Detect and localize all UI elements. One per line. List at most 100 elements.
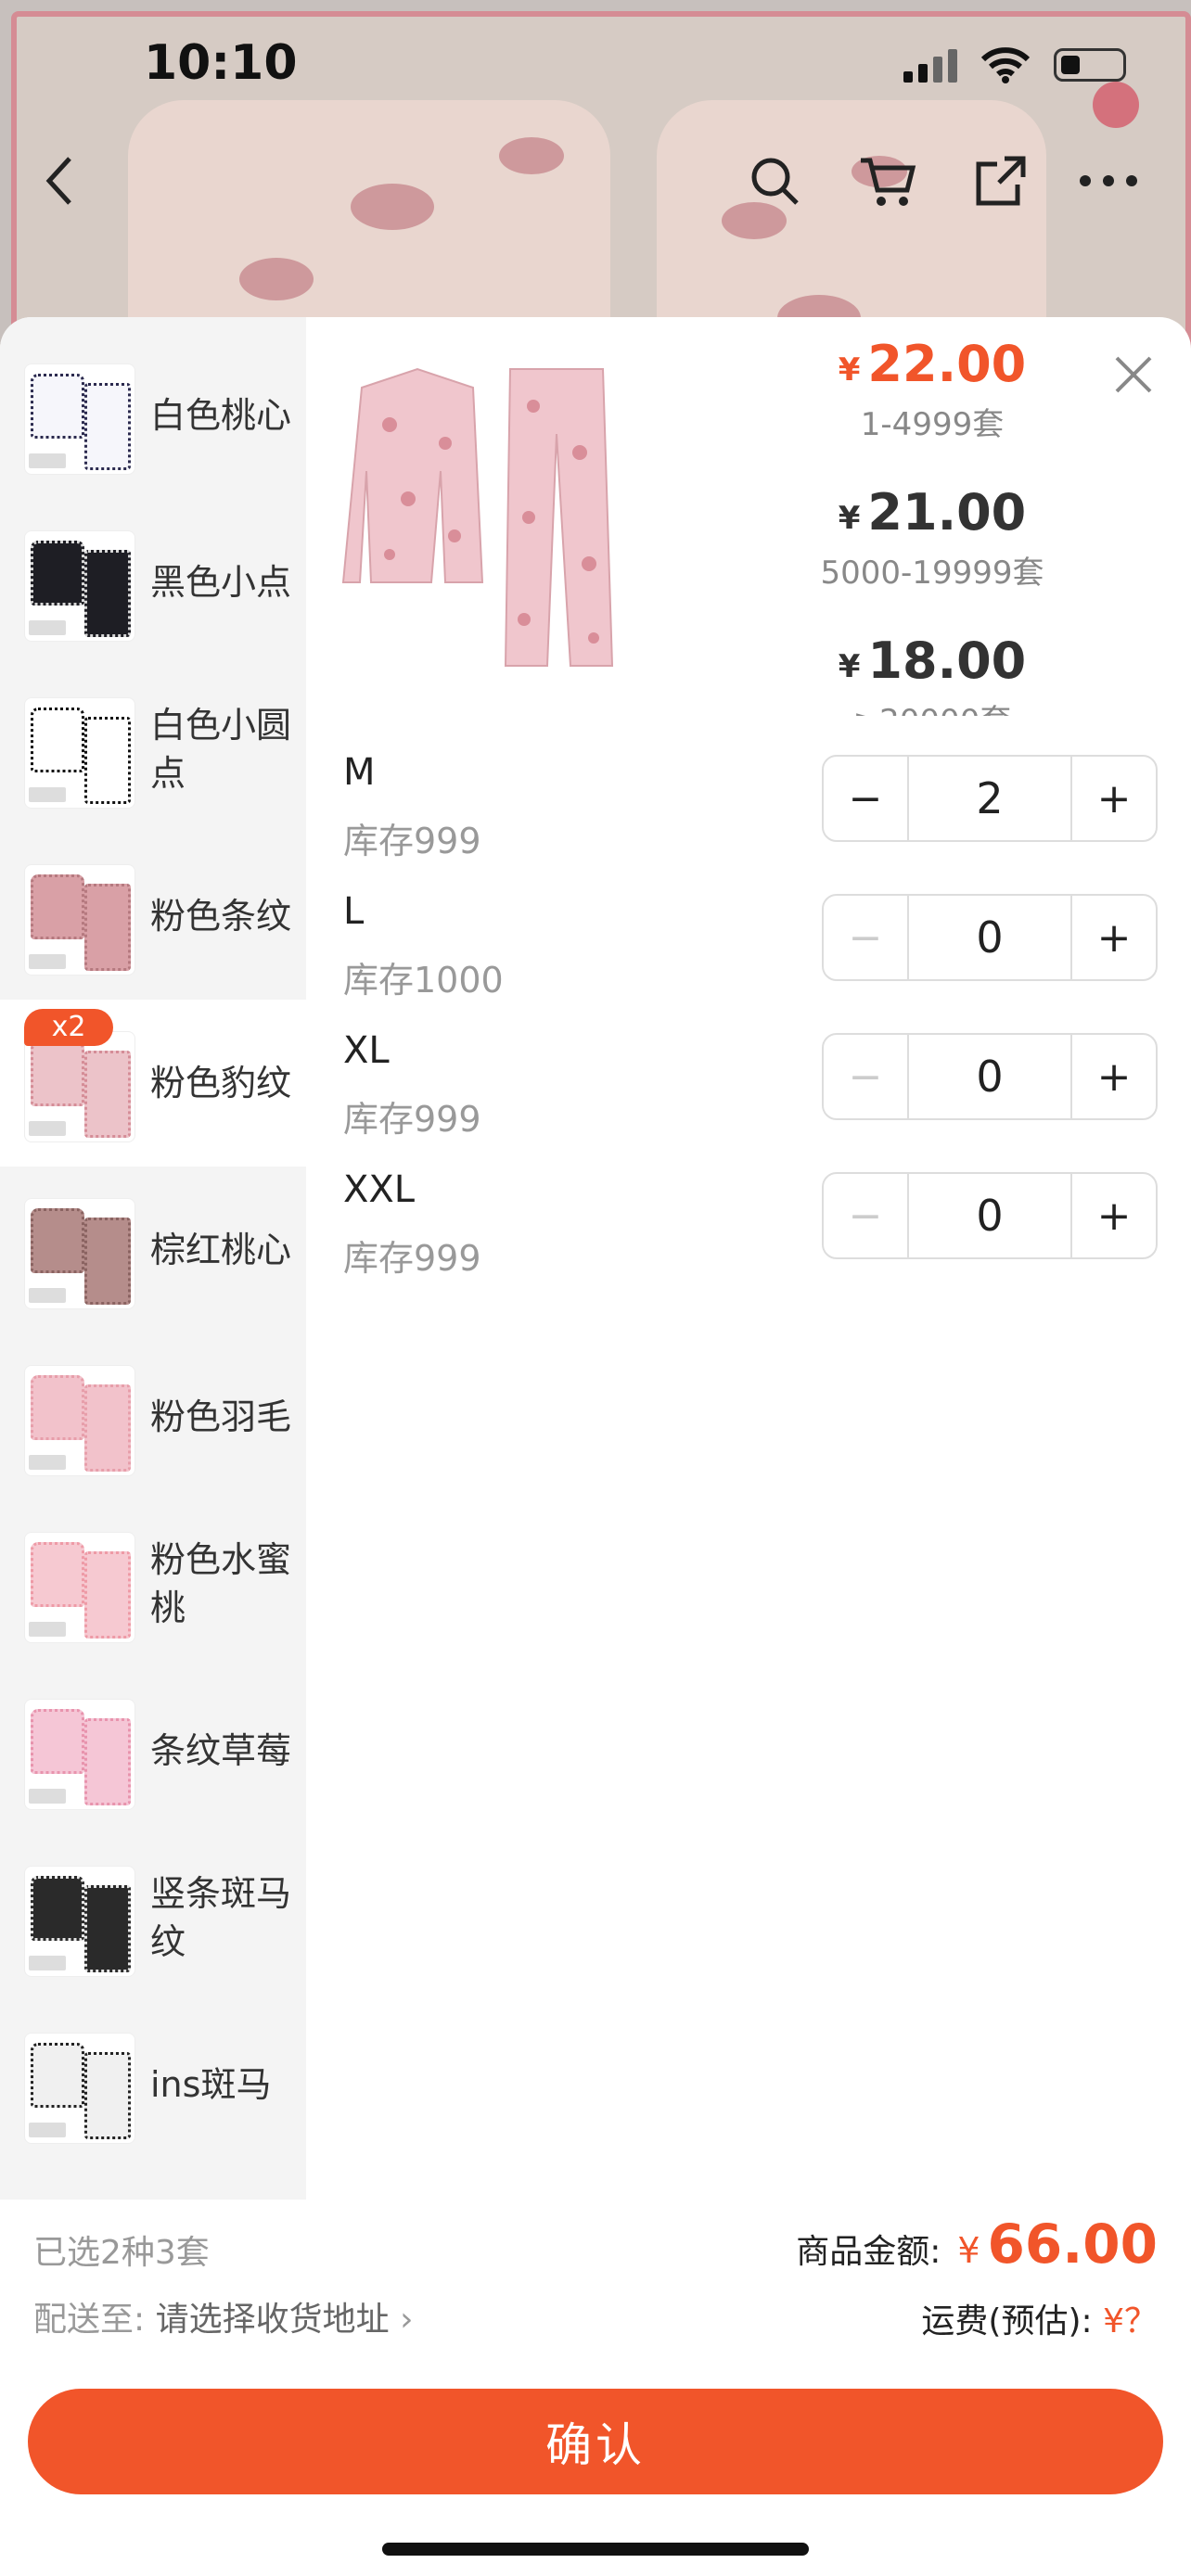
variant-label: ins斑马: [150, 2064, 272, 2105]
more-icon[interactable]: [1076, 148, 1141, 213]
selected-summary: 已选2种3套: [33, 2234, 210, 2272]
variant-item[interactable]: 白色小圆点: [0, 666, 306, 833]
variant-thumbnail: [24, 1532, 135, 1643]
tier-price-value: 18.00: [867, 631, 1027, 690]
quantity-stepper: −0 +: [822, 1033, 1158, 1120]
variant-top-swatch: [31, 1709, 84, 1774]
variant-count-badge: x2: [24, 1009, 113, 1046]
close-icon[interactable]: [1106, 347, 1161, 402]
variant-item[interactable]: 棕红桃心: [0, 1167, 306, 1333]
variant-tag-swatch: [29, 2123, 66, 2137]
variant-bottom-swatch: [84, 1885, 131, 1972]
variant-item[interactable]: 条纹草莓: [0, 1667, 306, 1834]
confirm-button[interactable]: 确认: [28, 2389, 1163, 2494]
sku-row: M 库存999 −2 +: [343, 746, 1159, 875]
quantity-input[interactable]: 0: [907, 896, 1072, 979]
variant-item[interactable]: 黑色小点: [0, 499, 306, 666]
variant-bottom-swatch: [84, 2052, 131, 2139]
variant-bottom-swatch: [84, 1384, 131, 1472]
quantity-input[interactable]: 0: [907, 1035, 1072, 1118]
price-tier: ¥22.00 1-4999套: [798, 332, 1067, 480]
sheet-footer: 已选2种3套 配送至: 请选择收货地址 › 商品金额: ¥ 66.00 运费(预…: [0, 2200, 1191, 2576]
decrement-button[interactable]: −: [824, 1174, 907, 1257]
quantity-stepper: −0 +: [822, 1172, 1158, 1259]
chevron-right-icon: ›: [400, 2301, 414, 2339]
freight-estimate: 运费(预估): ¥？: [921, 2294, 1158, 2342]
decrement-button[interactable]: −: [824, 757, 907, 840]
increment-button[interactable]: +: [1072, 896, 1156, 979]
variant-thumbnail: [24, 1031, 135, 1142]
variant-item[interactable]: 白色桃心: [0, 332, 306, 499]
back-icon[interactable]: [28, 148, 93, 213]
variant-top-swatch: [31, 1041, 84, 1106]
variant-bottom-swatch: [84, 383, 131, 470]
goods-amount: 商品金额: ¥ 66.00: [796, 2213, 1158, 2276]
variant-thumbnail: [24, 363, 135, 475]
sku-stock: 库存1000: [343, 960, 504, 1001]
variant-thumbnail: [24, 1365, 135, 1476]
variant-item[interactable]: 竖条斑马纹: [0, 1834, 306, 2001]
shipping-address-link[interactable]: 配送至: 请选择收货地址 ›: [33, 2292, 413, 2340]
variant-top-swatch: [31, 874, 84, 939]
tier-price: ¥22.00: [798, 332, 1067, 397]
quantity-input[interactable]: 0: [907, 1174, 1072, 1257]
increment-button[interactable]: +: [1072, 757, 1156, 840]
amount-value: 66.00: [987, 2213, 1158, 2276]
amount-currency: ¥: [957, 2230, 980, 2271]
tier-price: ¥21.00: [798, 480, 1067, 545]
quantity-stepper: −2 +: [822, 755, 1158, 842]
increment-button[interactable]: +: [1072, 1035, 1156, 1118]
tier-price: ¥18.00: [798, 629, 1067, 694]
freight-value: ¥？: [1103, 2302, 1158, 2340]
variant-thumbnail: [24, 2033, 135, 2144]
tier-range: 5000-19999套: [820, 555, 1044, 592]
variant-sidebar[interactable]: 白色桃心 黑色小点白色小圆点粉色条纹 粉色豹纹 x2 棕红桃心粉色羽毛粉色水蜜桃 条纹草莓…: [0, 317, 306, 2200]
variant-top-swatch: [31, 708, 84, 772]
variant-tag-swatch: [29, 1956, 66, 1970]
wifi-icon: [980, 47, 1031, 83]
variant-item[interactable]: 粉色羽毛: [0, 1333, 306, 1500]
variant-bottom-swatch: [84, 1551, 131, 1639]
home-indicator[interactable]: [382, 2543, 809, 2556]
ship-address: 请选择收货地址: [155, 2301, 390, 2339]
variant-thumbnail: [24, 697, 135, 809]
battery-icon: [1054, 48, 1126, 82]
tier-price-value: 22.00: [867, 335, 1027, 393]
variant-label: 粉色羽毛: [150, 1396, 292, 1437]
search-icon[interactable]: [742, 148, 807, 213]
variant-item[interactable]: 粉色条纹: [0, 833, 306, 1000]
tier-range: 1-4999套: [860, 406, 1005, 443]
variant-top-swatch: [31, 1208, 84, 1273]
tier-price-value: 21.00: [867, 483, 1027, 542]
sku-stock: 库存999: [343, 1099, 481, 1140]
variant-bottom-swatch: [84, 717, 131, 804]
decrement-button[interactable]: −: [824, 896, 907, 979]
price-tier: ¥21.00 5000-19999套: [798, 480, 1067, 629]
variant-top-swatch: [31, 541, 84, 606]
share-icon[interactable]: [968, 148, 1033, 213]
sku-row: XXL 库存999 −0 +: [343, 1163, 1159, 1293]
sku-stock: 库存999: [343, 1238, 481, 1279]
cart-icon[interactable]: [855, 148, 920, 213]
sku-selection-sheet: 白色桃心 黑色小点白色小圆点粉色条纹 粉色豹纹 x2 棕红桃心粉色羽毛粉色水蜜桃 条纹草莓…: [0, 317, 1191, 2576]
background-product-page: 10:10: [0, 0, 1191, 371]
variant-label: 白色小圆点: [150, 705, 292, 794]
variant-tag-swatch: [29, 1455, 66, 1470]
increment-button[interactable]: +: [1072, 1174, 1156, 1257]
variant-bottom-swatch: [84, 1051, 131, 1138]
variant-tag-swatch: [29, 1288, 66, 1303]
variant-tag-swatch: [29, 453, 66, 468]
variant-bottom-swatch: [84, 884, 131, 971]
decrement-button[interactable]: −: [824, 1035, 907, 1118]
variant-thumbnail: [24, 1198, 135, 1309]
sku-row: XL 库存999 −0 +: [343, 1024, 1159, 1154]
quantity-input[interactable]: 2: [907, 757, 1072, 840]
variant-item[interactable]: 粉色豹纹 x2: [0, 1000, 306, 1167]
price-tier: ¥18.00≥20000套: [798, 629, 1067, 716]
variant-label: 竖条斑马纹: [150, 1873, 292, 1962]
quantity-stepper: −0 +: [822, 894, 1158, 981]
amount-label: 商品金额:: [796, 2233, 941, 2271]
price-tiers: ¥22.00 1-4999套 ¥21.00 5000-19999套 ¥18.00≥200…: [798, 317, 1076, 716]
variant-item[interactable]: 粉色水蜜桃: [0, 1500, 306, 1667]
variant-item[interactable]: ins斑马: [0, 2001, 306, 2168]
